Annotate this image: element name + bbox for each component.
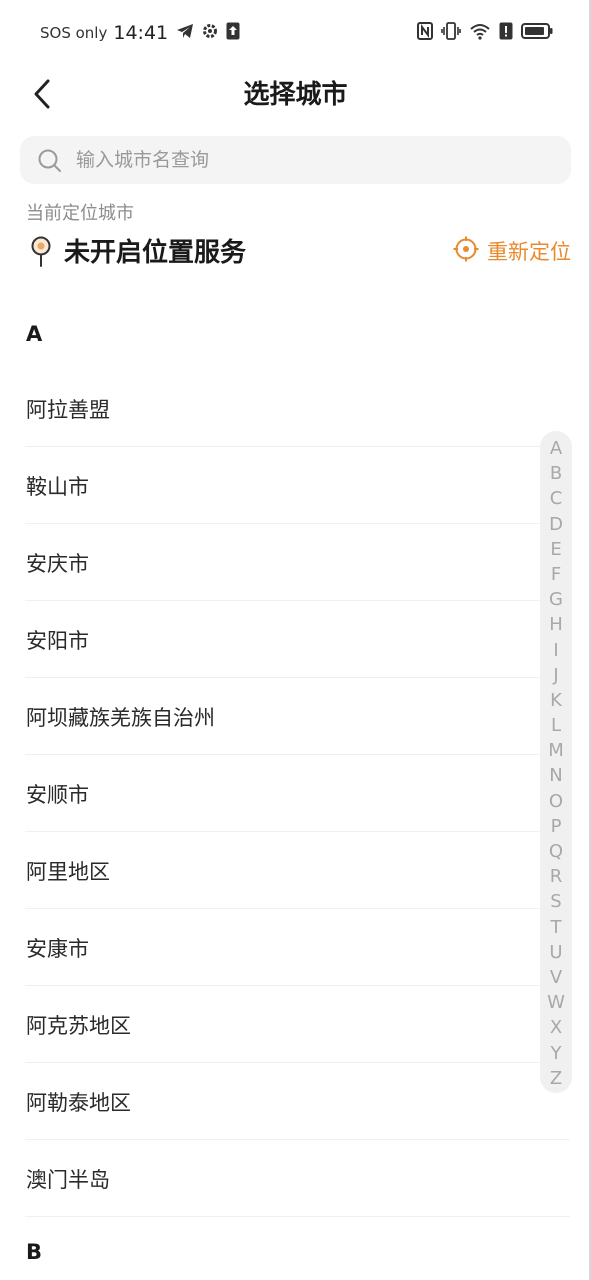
battery-icon bbox=[521, 22, 553, 44]
index-letter[interactable]: L bbox=[551, 713, 561, 738]
index-letter[interactable]: Q bbox=[549, 839, 563, 864]
index-letter[interactable]: K bbox=[550, 688, 562, 713]
search-icon bbox=[37, 148, 63, 178]
select-city-screen: SOS only 14:41 选择城市 输入城市名查询 当前定位城市 未开启位置… bbox=[0, 0, 591, 1280]
city-name: 阿坝藏族羌族自治州 bbox=[26, 706, 215, 730]
index-letter[interactable]: U bbox=[549, 940, 562, 965]
city-item[interactable]: 澳门半岛 bbox=[25, 1140, 570, 1217]
index-letter[interactable]: D bbox=[549, 512, 563, 537]
alert-icon bbox=[499, 22, 513, 44]
city-name: 安康市 bbox=[26, 937, 89, 961]
index-letter[interactable]: J bbox=[553, 663, 558, 688]
city-item[interactable]: 安顺市 bbox=[25, 755, 570, 832]
relocate-label: 重新定位 bbox=[487, 240, 571, 264]
carrier-status: SOS only bbox=[40, 24, 108, 42]
index-letter[interactable]: R bbox=[550, 864, 563, 889]
city-name: 阿克苏地区 bbox=[26, 1014, 131, 1038]
city-item[interactable]: 阿坝藏族羌族自治州 bbox=[25, 678, 570, 755]
city-item[interactable]: 安阳市 bbox=[25, 601, 570, 678]
index-letter[interactable]: T bbox=[551, 915, 562, 940]
alphabet-index-bar[interactable]: A B C D E F G H I J K L M N O P Q R S T … bbox=[540, 431, 572, 1093]
city-name: 鞍山市 bbox=[26, 475, 89, 499]
city-name: 阿里地区 bbox=[26, 860, 110, 884]
index-letter[interactable]: B bbox=[550, 461, 562, 486]
index-letter[interactable]: V bbox=[550, 965, 562, 990]
city-item[interactable]: 鞍山市 bbox=[25, 447, 570, 524]
city-name: 阿勒泰地区 bbox=[26, 1091, 131, 1115]
index-letter[interactable]: C bbox=[550, 486, 563, 511]
index-letter[interactable]: G bbox=[549, 587, 563, 612]
city-name: 安庆市 bbox=[26, 552, 89, 576]
city-item[interactable]: 阿勒泰地区 bbox=[25, 1063, 570, 1140]
status-bar: SOS only 14:41 bbox=[0, 0, 591, 66]
index-letter[interactable]: N bbox=[549, 763, 562, 788]
index-letter[interactable]: S bbox=[550, 889, 561, 914]
index-letter[interactable]: F bbox=[551, 562, 561, 587]
city-item[interactable]: 阿拉善盟 bbox=[25, 370, 570, 447]
city-name: 安阳市 bbox=[26, 629, 89, 653]
clock: 14:41 bbox=[113, 22, 169, 44]
city-name: 安顺市 bbox=[26, 783, 89, 807]
city-item[interactable]: 阿里地区 bbox=[25, 832, 570, 909]
crosshair-icon bbox=[453, 236, 479, 266]
index-letter[interactable]: Z bbox=[550, 1066, 562, 1091]
index-letter[interactable]: W bbox=[547, 990, 565, 1015]
upload-icon bbox=[226, 22, 240, 44]
city-list: 阿拉善盟 鞍山市 安庆市 安阳市 阿坝藏族羌族自治州 安顺市 阿里地区 安康市 … bbox=[0, 370, 591, 1217]
location-status: 未开启位置服务 bbox=[64, 238, 247, 268]
wifi-icon bbox=[469, 22, 491, 44]
index-letter[interactable]: P bbox=[551, 814, 562, 839]
location-pin-icon bbox=[30, 236, 52, 272]
section-header-a: A bbox=[26, 322, 43, 346]
gear-icon bbox=[202, 23, 218, 43]
city-item[interactable]: 安庆市 bbox=[25, 524, 570, 601]
relocate-button[interactable]: 重新定位 bbox=[453, 236, 571, 266]
search-input[interactable] bbox=[76, 136, 556, 184]
index-letter[interactable]: O bbox=[549, 789, 563, 814]
page-title: 选择城市 bbox=[243, 80, 348, 110]
city-item[interactable]: 阿克苏地区 bbox=[25, 986, 570, 1063]
search-box[interactable] bbox=[20, 136, 571, 184]
city-item[interactable]: 安康市 bbox=[25, 909, 570, 986]
current-location-row: 未开启位置服务 重新定位 bbox=[26, 232, 571, 272]
index-letter[interactable]: Y bbox=[551, 1041, 562, 1066]
index-letter[interactable]: I bbox=[553, 638, 558, 663]
telegram-icon bbox=[176, 23, 194, 43]
city-name: 澳门半岛 bbox=[26, 1168, 110, 1192]
index-letter[interactable]: A bbox=[550, 436, 562, 461]
nav-header: 选择城市 bbox=[0, 66, 591, 116]
city-name: 阿拉善盟 bbox=[26, 398, 110, 422]
index-letter[interactable]: X bbox=[550, 1015, 562, 1040]
index-letter[interactable]: M bbox=[548, 738, 564, 763]
index-letter[interactable]: E bbox=[550, 537, 561, 562]
current-location-label: 当前定位城市 bbox=[26, 203, 134, 224]
vibrate-icon bbox=[441, 22, 461, 44]
index-letter[interactable]: H bbox=[549, 612, 563, 637]
nfc-icon bbox=[417, 22, 433, 44]
section-header-b: B bbox=[26, 1240, 43, 1264]
